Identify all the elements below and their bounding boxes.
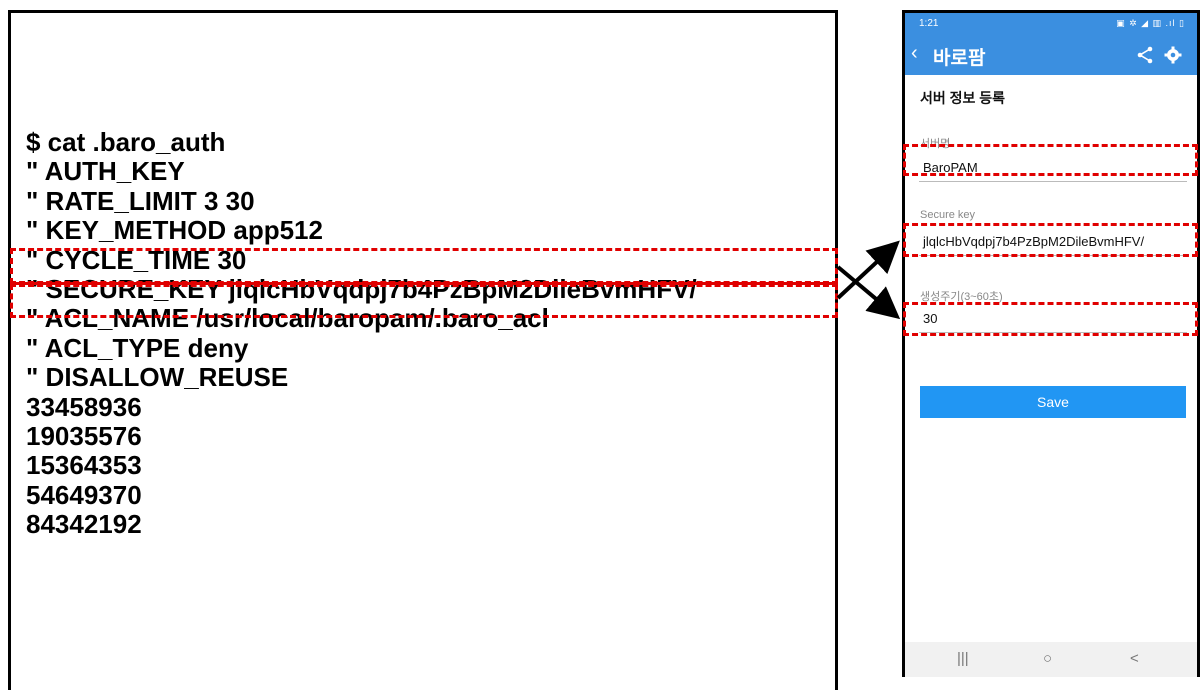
terminal-line: " KEY_METHOD app512 xyxy=(26,215,323,246)
secure-key-label: Secure key xyxy=(920,209,976,221)
terminal-line: 33458936 xyxy=(26,391,142,422)
crossed-arrows xyxy=(836,240,901,320)
section-title: 서버 정보 등록 xyxy=(920,90,1006,106)
share-icon[interactable] xyxy=(1135,45,1155,65)
terminal-line: " ACL_TYPE deny xyxy=(26,332,249,363)
gear-icon[interactable] xyxy=(1163,45,1183,65)
terminal-panel: $ cat .baro_auth " AUTH_KEY " RATE_LIMIT… xyxy=(8,10,838,690)
terminal-line: 84342192 xyxy=(26,509,142,540)
terminal-line: 54649370 xyxy=(26,479,142,510)
recent-apps-icon[interactable]: ||| xyxy=(957,650,969,667)
terminal-line: " RATE_LIMIT 3 30 xyxy=(26,185,255,216)
terminal-line: " AUTH_KEY xyxy=(26,156,185,187)
server-name-highlight xyxy=(903,144,1198,176)
save-button[interactable]: Save xyxy=(920,386,1186,418)
home-icon[interactable]: ○ xyxy=(1043,650,1052,667)
app-title: 바로팜 xyxy=(933,48,986,69)
back-icon[interactable]: < xyxy=(1130,650,1139,667)
status-bar: 1:21 ▣ ✲ ◢ ▥ .ıl ▯ xyxy=(905,13,1197,35)
secure-key-highlight xyxy=(10,284,838,318)
server-name-underline xyxy=(919,181,1187,182)
app-bar: ‹ 바로팜 xyxy=(905,35,1197,75)
terminal-output: $ cat .baro_auth " AUTH_KEY " RATE_LIMIT… xyxy=(26,127,697,540)
secure-key-field-highlight xyxy=(903,223,1198,257)
terminal-line: $ cat .baro_auth xyxy=(26,127,226,157)
back-arrow-icon[interactable]: ‹ xyxy=(911,43,918,63)
cycle-field-highlight xyxy=(903,302,1198,336)
cycle-time-highlight xyxy=(10,248,838,284)
phone-screen: 1:21 ▣ ✲ ◢ ▥ .ıl ▯ ‹ 바로팜 서버 정보 등록 서버명 Ba… xyxy=(902,10,1200,677)
terminal-line: 15364353 xyxy=(26,450,142,481)
status-icons: ▣ ✲ ◢ ▥ .ıl ▯ xyxy=(1116,18,1185,28)
terminal-line: " DISALLOW_REUSE xyxy=(26,362,289,393)
nav-bar: ||| ○ < xyxy=(905,642,1197,677)
terminal-line: 19035576 xyxy=(26,421,142,452)
status-time: 1:21 xyxy=(919,18,939,29)
